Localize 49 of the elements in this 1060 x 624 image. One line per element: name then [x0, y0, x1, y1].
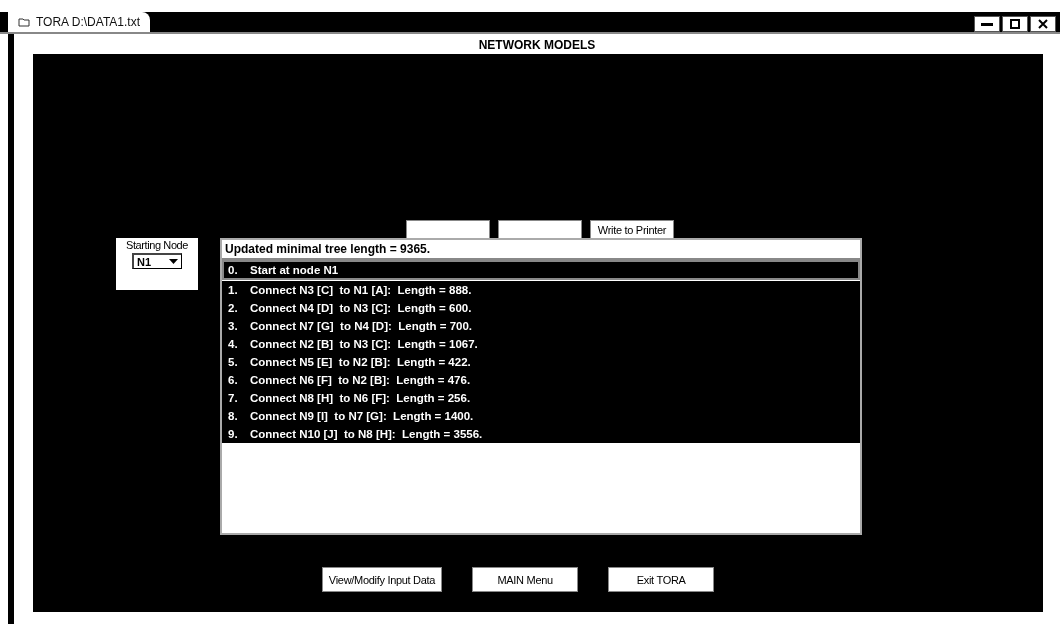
blank-tab[interactable] — [498, 220, 582, 238]
maximize-button[interactable] — [1002, 16, 1028, 32]
row-number: 9. — [228, 427, 239, 442]
action-button[interactable]: Exit TORA — [608, 567, 715, 592]
result-row[interactable]: 8. Connect N9 [I] to N7 [G]: Length = 1400. — [222, 407, 860, 425]
row-number: 7. — [228, 391, 239, 406]
result-row[interactable]: 6. Connect N6 [F] to N2 [B]: Length = 476. — [222, 371, 860, 389]
window-title: TORA D:\DATA1.txt — [36, 15, 141, 29]
action-button[interactable]: MAIN Menu — [472, 567, 579, 592]
row-text: Connect N4 [D] to N3 [C]: Length = 600. — [250, 301, 472, 316]
close-icon — [1036, 19, 1050, 29]
blank-tab[interactable] — [406, 220, 490, 238]
starting-node-dropdown[interactable]: N1 — [132, 253, 182, 269]
result-row[interactable]: 1. Connect N3 [C] to N1 [A]: Length = 888. — [222, 281, 860, 299]
result-row[interactable]: 5. Connect N5 [E] to N2 [B]: Length = 422. — [222, 353, 860, 371]
result-row[interactable]: 0. Start at node N1 — [222, 260, 860, 280]
row-text: Connect N3 [C] to N1 [A]: Length = 888. — [250, 283, 472, 298]
result-row[interactable]: 9. Connect N10 [J] to N8 [H]: Length = 3556. — [222, 425, 860, 443]
row-text: Connect N7 [G] to N4 [D]: Length = 700. — [250, 319, 473, 334]
action-button[interactable]: View/Modify Input Data — [321, 567, 443, 592]
row-number: 5. — [228, 355, 239, 370]
row-text: Connect N5 [E] to N2 [B]: Length = 422. — [250, 355, 471, 370]
starting-node-label: Starting Node — [125, 239, 189, 251]
row-number: 4. — [228, 337, 239, 352]
row-text: Connect N8 [H] to N6 [F]: Length = 256. — [250, 391, 471, 406]
row-text: Connect N10 [J] to N8 [H]: Length = 3556. — [250, 427, 483, 442]
row-text: Connect N2 [B] to N3 [C]: Length = 1067. — [250, 337, 478, 352]
close-button[interactable] — [1030, 16, 1056, 32]
result-row[interactable]: 4. Connect N2 [B] to N3 [C]: Length = 1067. — [222, 335, 860, 353]
row-text: Connect N6 [F] to N2 [B]: Length = 476. — [250, 373, 471, 388]
row-number: 2. — [228, 301, 239, 316]
minimize-icon — [980, 20, 994, 28]
row-number: 8. — [228, 409, 239, 424]
row-number: 3. — [228, 319, 239, 334]
caret-icon — [169, 259, 178, 264]
folder-icon — [18, 17, 30, 27]
row-number: 0. — [228, 263, 239, 278]
result-row[interactable]: 7. Connect N8 [H] to N6 [F]: Length = 256. — [222, 389, 860, 407]
result-row[interactable]: 3. Connect N7 [G] to N4 [D]: Length = 700. — [222, 317, 860, 335]
result-row[interactable]: 2. Connect N4 [D] to N3 [C]: Length = 600. — [222, 299, 860, 317]
maximize-icon — [1009, 18, 1021, 30]
row-text: Start at node N1 — [250, 263, 339, 278]
row-number: 1. — [228, 283, 239, 298]
window-tab[interactable]: TORA D:\DATA1.txt — [8, 12, 151, 32]
printer-tab[interactable]: Write to Printer — [590, 220, 674, 238]
row-number: 6. — [228, 373, 239, 388]
window-heading: NETWORK MODELS — [477, 37, 597, 54]
row-text: Connect N9 [I] to N7 [G]: Length = 1400. — [250, 409, 474, 424]
minimize-button[interactable] — [974, 16, 1000, 32]
